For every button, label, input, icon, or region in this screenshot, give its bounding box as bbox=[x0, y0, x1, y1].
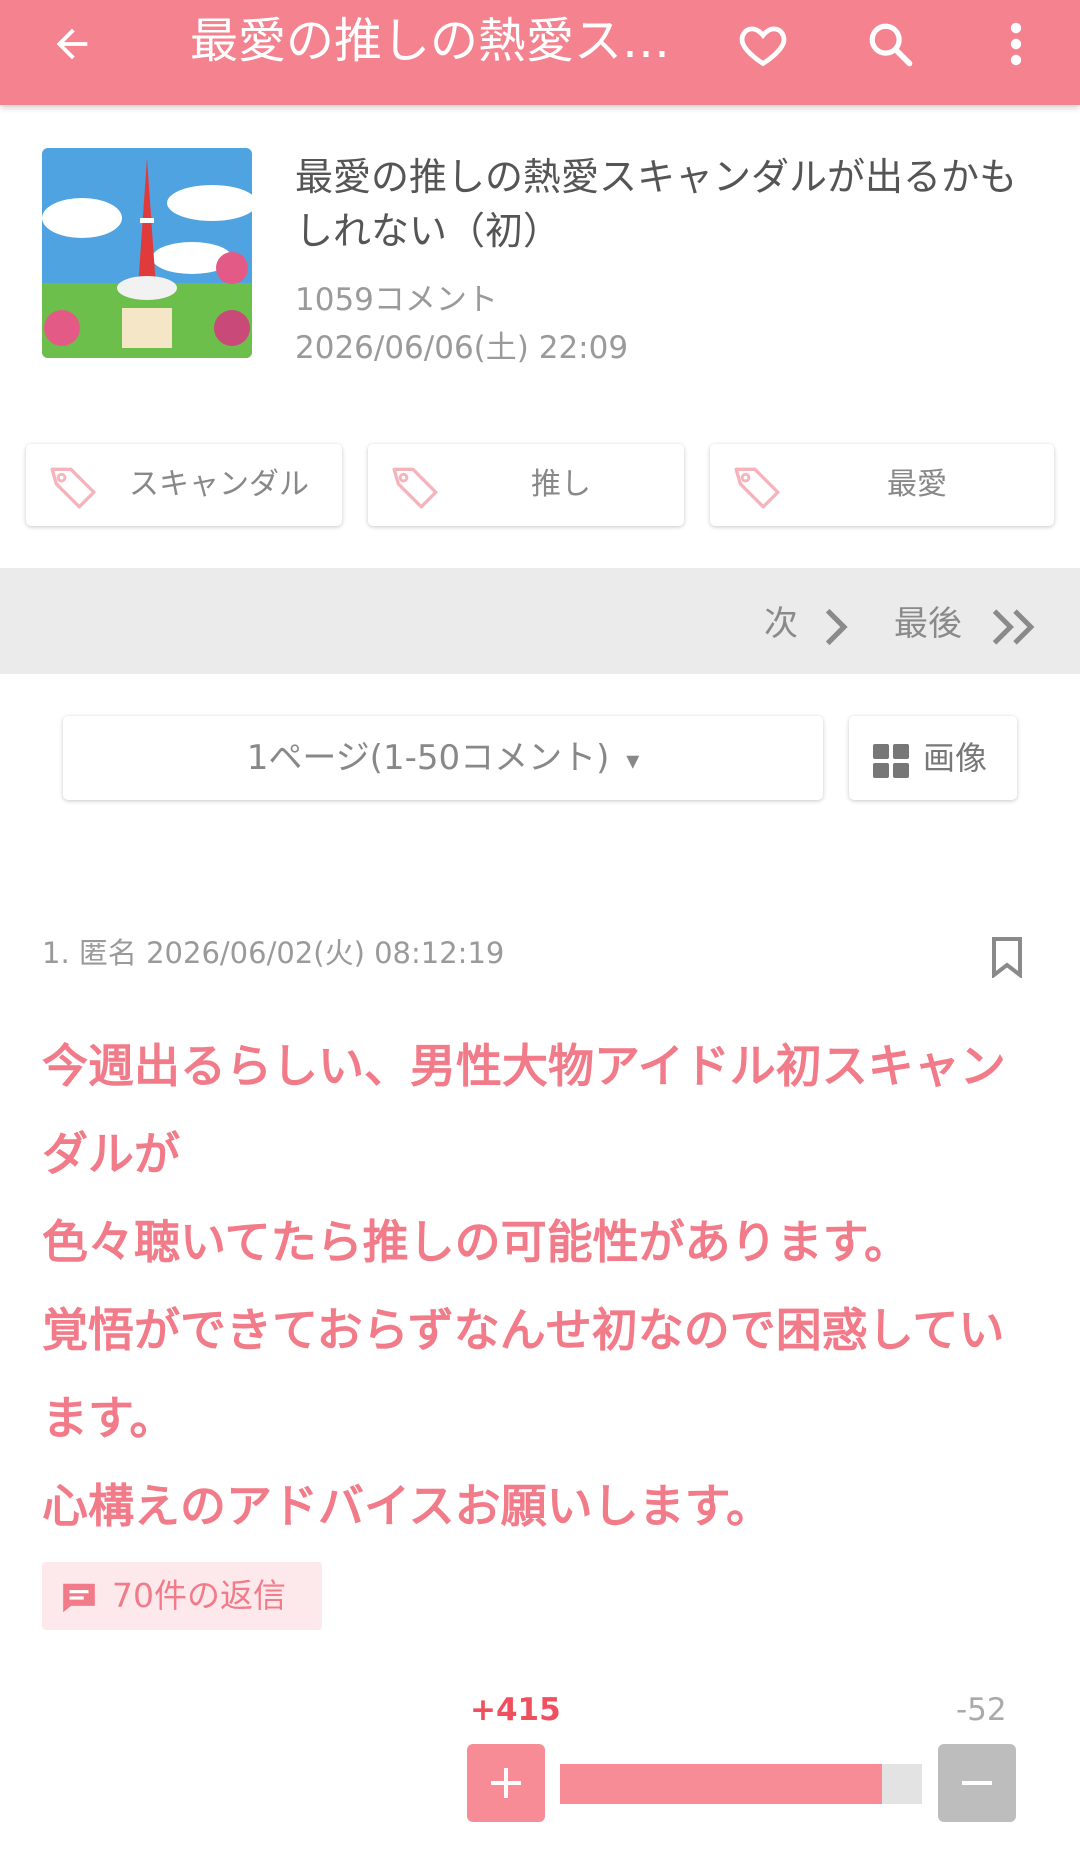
thread-title[interactable]: 最愛の推しの熱愛スキャンダルが出るかもしれない（初） bbox=[295, 150, 1035, 258]
arrow-back-icon[interactable] bbox=[40, 12, 104, 76]
comment-body: 今週出るらしい、男性大物アイドル初スキャンダルが 色々聴いてたら推しの可能性があ… bbox=[42, 1039, 1006, 1533]
vote-ratio-bar bbox=[560, 1764, 922, 1804]
tag-icon bbox=[734, 467, 780, 509]
double-chevron-right-icon[interactable] bbox=[990, 606, 1040, 648]
plus-button[interactable] bbox=[467, 1744, 545, 1822]
comment-icon bbox=[63, 1583, 95, 1613]
tag-chip[interactable]: スキャンダル bbox=[26, 444, 342, 526]
tag-icon bbox=[392, 467, 438, 509]
bookmark-icon[interactable] bbox=[990, 936, 1024, 978]
dropdown-arrow-icon: ▾ bbox=[626, 746, 640, 776]
replies-button[interactable]: 70件の返信 bbox=[42, 1562, 322, 1630]
search-icon[interactable] bbox=[858, 12, 922, 76]
replies-label: 70件の返信 bbox=[112, 1576, 286, 1615]
plus-score: +415 bbox=[470, 1692, 561, 1728]
minus-button[interactable] bbox=[938, 1744, 1016, 1822]
image-button-label: 画像 bbox=[923, 739, 988, 777]
plus-icon bbox=[491, 1768, 521, 1798]
post-date: 2026/06/06(土) 22:09 bbox=[295, 330, 629, 366]
tag-icon bbox=[50, 467, 96, 509]
last-page-link[interactable]: 最後 bbox=[894, 596, 962, 645]
thread-thumbnail bbox=[42, 148, 252, 358]
minus-score: -52 bbox=[956, 1692, 1007, 1728]
grid-icon bbox=[873, 744, 909, 778]
tag-label: 推し bbox=[531, 467, 591, 502]
page-select[interactable]: 1ページ(1-50コメント) ▾ bbox=[63, 716, 823, 800]
app-bar: 最愛の推しの熱愛スキャンダルが出るかもしれない（初） bbox=[0, 0, 1080, 105]
next-page-link[interactable]: 次 bbox=[764, 596, 798, 645]
tag-chip[interactable]: 最愛 bbox=[710, 444, 1054, 526]
comment-meta: 1. 匿名 2026/06/02(火) 08:12:19 bbox=[42, 936, 505, 970]
comment-count: 1059コメント bbox=[295, 282, 498, 318]
heart-icon[interactable] bbox=[731, 12, 795, 76]
tag-label: 最愛 bbox=[887, 467, 947, 502]
page-select-label: 1ページ(1-50コメント) bbox=[246, 738, 610, 778]
vote-ratio-fill bbox=[560, 1764, 882, 1804]
tag-chip[interactable]: 推し bbox=[368, 444, 684, 526]
chevron-right-icon[interactable] bbox=[822, 606, 852, 648]
tag-label: スキャンダル bbox=[129, 467, 309, 502]
more-vert-icon[interactable] bbox=[984, 12, 1048, 76]
page-title: 最愛の推しの熱愛スキャンダルが出るかもしれない（初） bbox=[190, 13, 710, 69]
pager-bar: 次 最後 bbox=[0, 568, 1080, 674]
minus-icon bbox=[962, 1781, 992, 1785]
image-view-button[interactable]: 画像 bbox=[849, 716, 1017, 800]
